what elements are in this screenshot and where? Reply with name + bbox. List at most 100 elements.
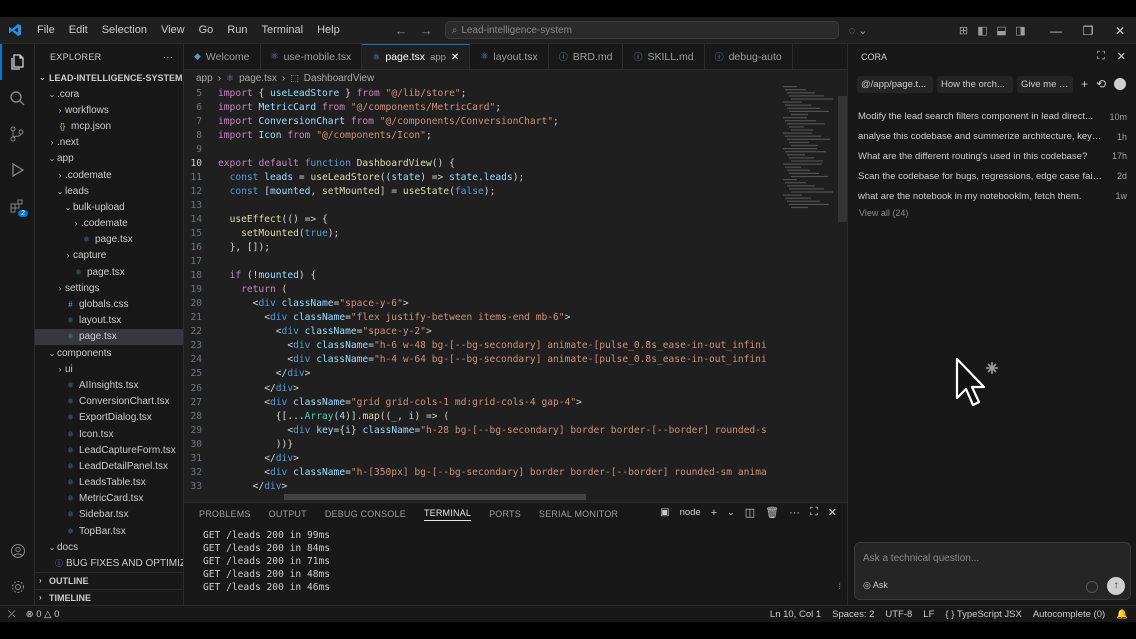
end-of-line[interactable]: LF (923, 609, 934, 620)
split-terminal-icon[interactable]: ◫ (745, 506, 755, 519)
tree-file[interactable]: ⚛ Icon.tsx (35, 426, 183, 442)
view-all-link[interactable]: View all (24) (858, 206, 1127, 218)
tree-file[interactable]: ⚛ page.tsx (35, 264, 183, 280)
tree-file[interactable]: # globals.css (35, 296, 183, 312)
extensions-icon[interactable]: 2 (0, 188, 34, 224)
menu-selection[interactable]: Selection (95, 24, 154, 36)
chat-history-item[interactable]: analyse this codebase and summerize arch… (858, 127, 1127, 147)
forward-arrow-icon[interactable]: → (420, 23, 433, 38)
customize-layout-icon[interactable]: ⊞ (954, 24, 973, 37)
encoding[interactable]: UTF-8 (885, 609, 912, 620)
chat-history-item[interactable]: What are the different routing's used in… (858, 147, 1127, 167)
copilot-icon[interactable]: ◌ ⌄ (849, 24, 868, 37)
panel-tab-problems[interactable]: PROBLEMS (199, 509, 251, 519)
editor-tab[interactable]: ⚛ use-mobile.tsx (261, 44, 363, 69)
tree-folder[interactable]: › settings (35, 280, 183, 296)
terminal-output[interactable]: GET /leads 200 in 99ms GET /leads 200 in … (184, 525, 847, 595)
close-icon[interactable]: ✕ (1117, 50, 1126, 63)
explorer-icon[interactable] (0, 44, 34, 80)
run-debug-icon[interactable] (0, 152, 34, 188)
language-mode[interactable]: { } TypeScript JSX (945, 609, 1021, 620)
editor-tab[interactable]: ⚛ page.tsx app ✕ (362, 44, 471, 69)
panel-tab-serial-monitor[interactable]: SERIAL MONITOR (539, 509, 618, 519)
tree-file[interactable]: ⚛ ConversionChart.tsx (35, 394, 183, 410)
mode-selector[interactable]: ◎ Ask (863, 580, 888, 591)
avatar[interactable] (1114, 78, 1127, 90)
tree-folder[interactable]: ⌄ components (35, 345, 183, 361)
menu-terminal[interactable]: Terminal (255, 24, 311, 36)
ask-input-box[interactable]: Ask a technical question... ◎ Ask ↑ (854, 542, 1131, 600)
panel-tab-terminal[interactable]: TERMINAL (423, 508, 472, 521)
remote-icon[interactable]: ⤫ (8, 609, 16, 620)
autocomplete-status[interactable]: Autocomplete (0) (1033, 609, 1105, 620)
menu-file[interactable]: File (30, 24, 62, 36)
maximize-panel-icon[interactable]: ⛶ (810, 506, 818, 519)
tree-folder[interactable]: › ui (35, 361, 183, 377)
close-panel-icon[interactable]: ✕ (828, 506, 837, 519)
tree-file[interactable]: ⚛ Sidebar.tsx (35, 507, 183, 523)
chat-history-item[interactable]: Scan the codebase for bugs, regressions,… (858, 166, 1127, 186)
vertical-scrollbar[interactable] (838, 96, 847, 222)
maximize-icon[interactable]: ⛶ (1097, 50, 1105, 63)
terminal-shell-name[interactable]: node (680, 507, 701, 518)
menu-run[interactable]: Run (220, 24, 254, 36)
tree-folder[interactable]: ⌄ bulk-upload (35, 199, 183, 215)
tree-file[interactable]: ⚛ AIInsights.tsx (35, 377, 183, 393)
tree-file[interactable]: ⚛ TopBar.tsx (35, 523, 183, 539)
tree-file[interactable]: ⚛ LeadsTable.tsx (35, 475, 183, 491)
editor-tab[interactable]: ⓘ debug-auto (705, 44, 793, 69)
tree-file[interactable]: ⓘ BUG FIXES AND OPTIMIZ... (35, 555, 183, 571)
horizontal-scrollbar[interactable] (284, 494, 586, 500)
tree-folder[interactable]: ⌄ leads (35, 183, 183, 199)
editor-tab[interactable]: ⓘ BRD.md (549, 44, 624, 69)
timeline-section[interactable]: › TIMELINE (35, 589, 183, 605)
tree-file[interactable]: ⚛ MetricCard.tsx (35, 491, 183, 507)
search-icon[interactable] (0, 80, 34, 116)
breadcrumb-file[interactable]: page.tsx (239, 73, 277, 84)
restore-icon[interactable]: ❐ (1072, 24, 1104, 38)
tree-folder[interactable]: › capture (35, 248, 183, 264)
tree-file[interactable]: ⚛ page.tsx (35, 328, 183, 345)
editor-tab[interactable]: ⚛ layout.tsx (470, 44, 549, 69)
menu-edit[interactable]: Edit (62, 24, 95, 36)
chevron-down-icon[interactable]: ⌄ (727, 507, 735, 518)
trash-icon[interactable]: 🗑 (765, 506, 779, 519)
command-center-search[interactable]: ⌕ Lead-intelligence-system (444, 21, 839, 39)
menu-help[interactable]: Help (310, 24, 347, 36)
tree-folder[interactable]: › .codemate (35, 216, 183, 232)
more-actions-icon[interactable]: ··· (789, 507, 800, 519)
tree-folder[interactable]: › workflows (35, 102, 183, 118)
breadcrumb-app[interactable]: app (196, 73, 213, 84)
account-icon[interactable] (0, 533, 35, 569)
tree-file[interactable]: ⚛ ExportDialog.tsx (35, 410, 183, 426)
context-chip[interactable]: How the orch... (937, 75, 1013, 93)
breadcrumb-symbol[interactable]: DashboardView (304, 73, 374, 84)
workspace-root[interactable]: ⌄ LEAD-INTELLIGENCE-SYSTEM (35, 69, 183, 86)
indentation[interactable]: Spaces: 2 (832, 609, 874, 620)
tree-file[interactable]: ⚛ LeadCaptureForm.tsx (35, 442, 183, 458)
toggle-primary-sidebar-icon[interactable]: ◧ (973, 24, 992, 37)
back-arrow-icon[interactable]: ← (395, 23, 408, 38)
more-actions-icon[interactable]: ··· (163, 52, 173, 62)
panel-tab-ports[interactable]: PORTS (489, 509, 521, 519)
tree-file[interactable]: ⚛ page.tsx (35, 232, 183, 248)
minimize-icon[interactable]: — (1040, 24, 1072, 38)
cursor-position[interactable]: Ln 10, Col 1 (770, 609, 821, 620)
close-tab-icon[interactable]: ✕ (451, 52, 459, 63)
tree-file[interactable]: ⚛ LeadDetailPanel.tsx (35, 458, 183, 474)
new-terminal-icon[interactable]: + (711, 507, 717, 519)
outline-section[interactable]: › OUTLINE (35, 572, 183, 588)
context-chip[interactable]: @/app/page.t... (857, 75, 933, 93)
minimap[interactable] (781, 86, 839, 216)
code-editor[interactable]: 5 import { useLeadStore } from "@/lib/sto… (184, 86, 847, 502)
chat-history-item[interactable]: what are the notebook in my notebooklm, … (858, 186, 1127, 206)
panel-tab-debug-console[interactable]: DEBUG CONSOLE (325, 509, 406, 519)
tree-folder[interactable]: ⌄ .cora (35, 86, 183, 102)
tree-file[interactable]: {} mcp.json (35, 118, 183, 134)
toggle-secondary-sidebar-icon[interactable]: ◨ (1011, 24, 1030, 37)
history-icon[interactable]: ⟲ (1096, 77, 1106, 91)
tree-folder[interactable]: › .codemate (35, 167, 183, 183)
tree-folder[interactable]: ⌄ docs (35, 539, 183, 555)
new-chat-plus-icon[interactable]: + (1081, 77, 1088, 91)
source-control-icon[interactable] (0, 116, 34, 152)
